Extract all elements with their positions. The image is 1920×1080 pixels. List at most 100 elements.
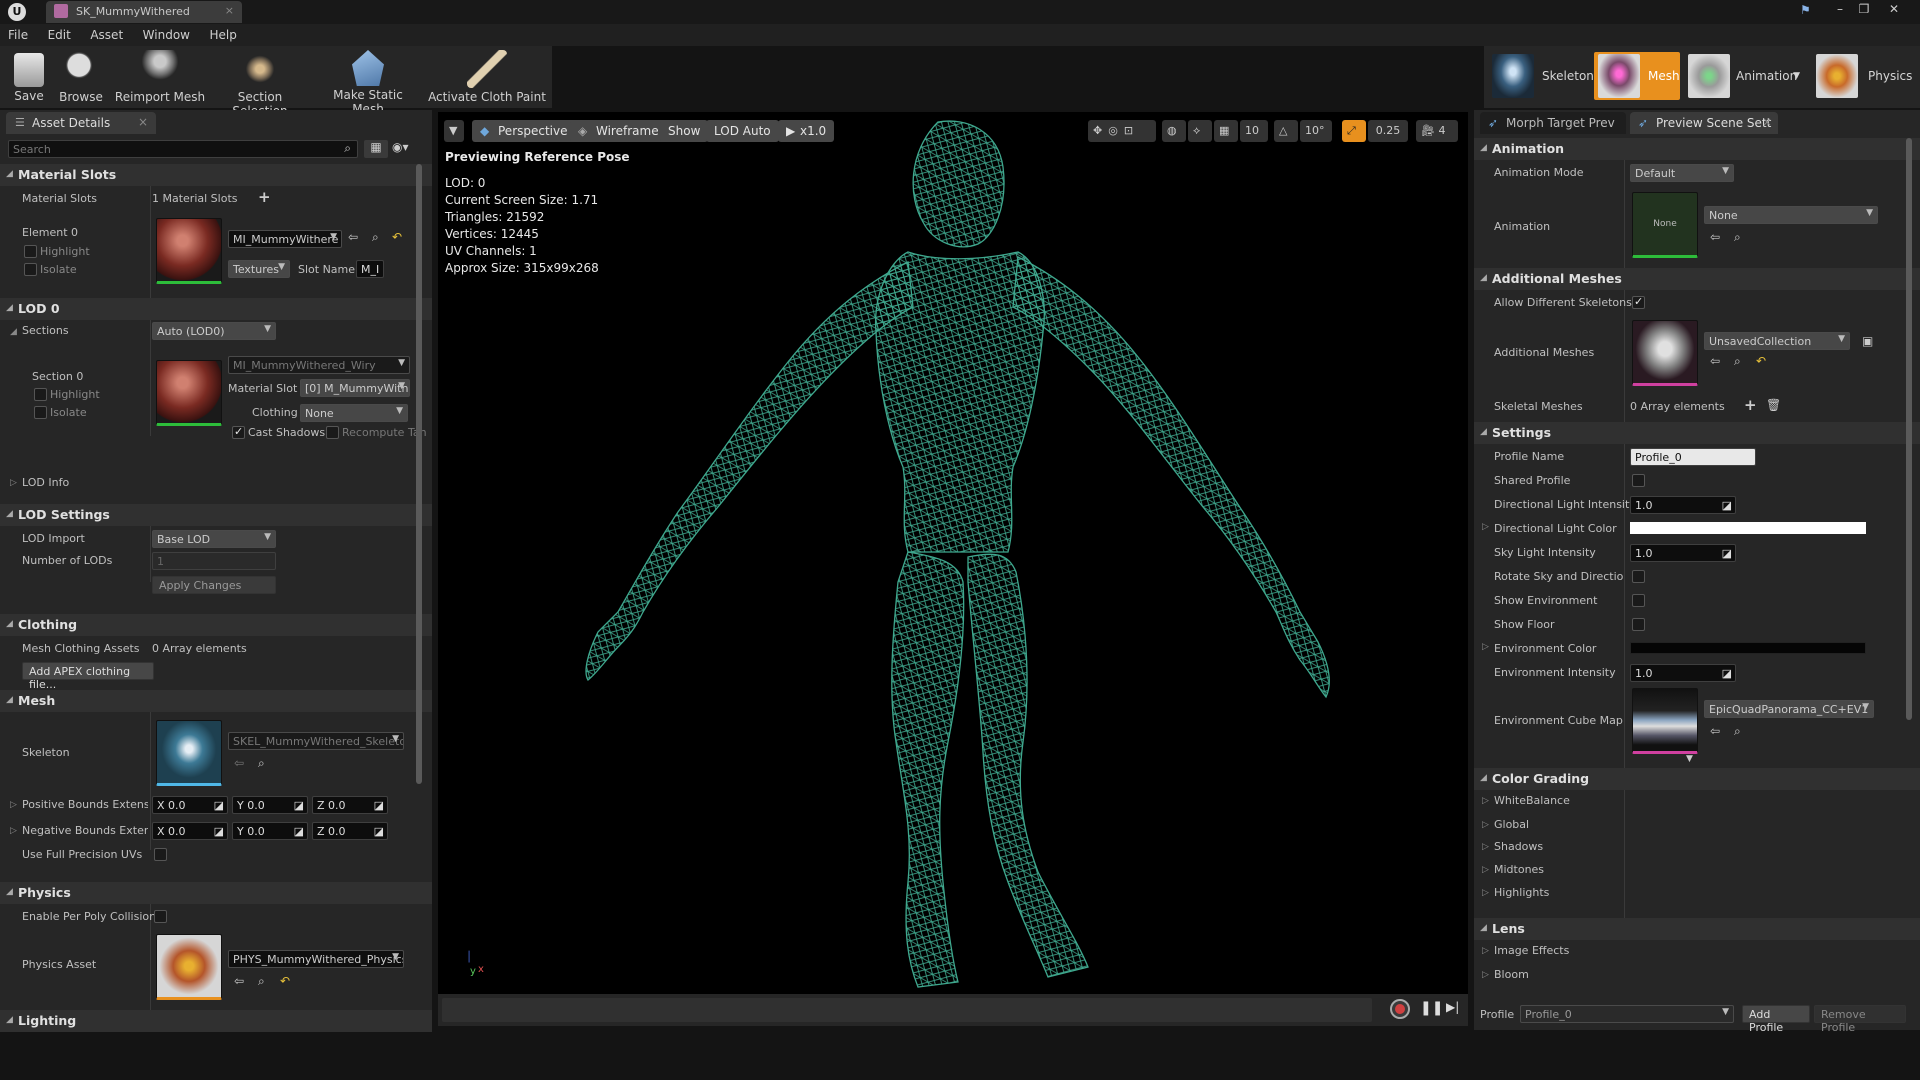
add-icon[interactable]: + — [258, 188, 271, 206]
save-button[interactable]: Save — [4, 48, 54, 106]
slot-name-field[interactable]: M_I — [356, 260, 384, 278]
menu-help[interactable]: Help — [201, 24, 244, 46]
section-material-combo[interactable]: MI_MummyWithered_Wiry ▼ — [228, 356, 410, 374]
record-icon[interactable] — [1390, 999, 1410, 1019]
allow-different-skeletons-checkbox[interactable] — [1632, 295, 1645, 309]
tab-morph-target-preview[interactable]: ➶ Morph Target Prev — [1480, 112, 1626, 134]
expand-triangle-icon[interactable]: ▷ — [1482, 522, 1489, 532]
category-mesh[interactable]: ◢ Mesh — [0, 690, 432, 712]
property-matrix-icon[interactable]: ▦ — [364, 140, 388, 158]
shared-profile-checkbox[interactable] — [1632, 474, 1645, 487]
animation-mode-combo[interactable]: Default ▼ — [1630, 164, 1734, 182]
close-window-icon[interactable]: ✕ — [1884, 2, 1904, 18]
add-icon[interactable]: + — [1744, 396, 1757, 414]
reimport-mesh-button[interactable]: Reimport Mesh — [112, 48, 208, 106]
details-scrollbar[interactable] — [416, 164, 422, 784]
environment-intensity-field[interactable]: 1.0 ◪ — [1630, 664, 1736, 682]
animation-combo[interactable]: None ▼ — [1704, 206, 1878, 224]
expand-triangle-icon[interactable]: ▷ — [1482, 970, 1489, 980]
viewport[interactable]: ▼ ◆ Perspective ◈ Wireframe Show LOD Auto … — [438, 112, 1468, 994]
directional-light-color-swatch[interactable] — [1630, 522, 1866, 534]
step-forward-icon[interactable]: ▶| — [1446, 1000, 1459, 1014]
browse-search-icon[interactable]: ⌕ — [1734, 724, 1741, 739]
category-color-grading[interactable]: ◢ Color Grading — [1474, 768, 1920, 790]
pos-bounds-x[interactable]: X 0.0 ◪ — [152, 796, 228, 814]
menu-edit[interactable]: Edit — [40, 24, 79, 46]
notification-icon[interactable]: ⚑ — [1800, 3, 1816, 17]
remove-profile-button[interactable]: Remove Profile — [1814, 1005, 1906, 1034]
use-selected-arrow-icon[interactable]: ⇦ — [1710, 354, 1720, 368]
category-lod0[interactable]: ◢ LOD 0 — [0, 298, 432, 320]
show-environment-checkbox[interactable] — [1632, 594, 1645, 607]
isolate-checkbox[interactable] — [24, 263, 37, 276]
pause-icon[interactable]: ❚❚ — [1420, 1000, 1443, 1016]
menu-file[interactable]: File — [0, 24, 36, 46]
sections-combo[interactable]: Auto (LOD0) ▼ — [152, 322, 276, 340]
category-clothing[interactable]: ◢ Clothing — [0, 614, 432, 636]
category-additional-meshes[interactable]: ◢ Additional Meshes — [1474, 268, 1920, 290]
browse-search-icon[interactable]: ⌕ — [258, 756, 265, 771]
highlight-checkbox[interactable] — [24, 245, 37, 258]
section-isolate-checkbox[interactable] — [34, 406, 47, 419]
chevron-down-icon[interactable]: ▼ — [1793, 52, 1800, 100]
browse-search-icon[interactable]: ⌕ — [1734, 354, 1741, 369]
category-lighting[interactable]: ◢ Lighting — [0, 1010, 432, 1032]
number-of-lods-field[interactable]: 1 — [152, 552, 276, 570]
material-combo[interactable]: MI_MummyWithere ▼ — [228, 230, 342, 248]
cube-map-thumbnail[interactable] — [1632, 688, 1698, 754]
make-static-mesh-button[interactable]: Make Static Mesh — [318, 48, 418, 116]
tab-asset-details[interactable]: ☰ Asset Details × — [6, 112, 156, 134]
apply-changes-button[interactable]: Apply Changes — [152, 576, 276, 594]
category-animation[interactable]: ◢ Animation — [1474, 138, 1920, 160]
physics-asset-thumbnail[interactable] — [156, 934, 222, 1000]
tab-preview-scene-settings[interactable]: ➶ Preview Scene Sett × — [1630, 112, 1778, 134]
close-tab-icon[interactable]: × — [138, 115, 148, 129]
section-material-thumbnail[interactable] — [156, 360, 222, 426]
environment-color-swatch[interactable] — [1630, 642, 1866, 654]
maximize-icon[interactable]: ❐ — [1854, 2, 1874, 18]
browse-search-icon[interactable]: ⌕ — [258, 974, 265, 989]
add-profile-button[interactable]: Add Profile — [1742, 1005, 1810, 1034]
browse-search-icon[interactable]: ⌕ — [1734, 230, 1741, 245]
pos-bounds-y[interactable]: Y 0.0 ◪ — [232, 796, 308, 814]
activate-cloth-paint-button[interactable]: Activate Cloth Paint — [428, 48, 546, 106]
reset-icon[interactable]: ↶ — [1756, 354, 1766, 368]
neg-bounds-z[interactable]: Z 0.0 ◪ — [312, 822, 388, 840]
use-selected-arrow-icon[interactable]: ⇦ — [1710, 230, 1720, 244]
category-lod-settings[interactable]: ◢ LOD Settings — [0, 504, 432, 526]
use-selected-arrow-icon[interactable]: ⇦ — [348, 230, 358, 244]
mode-animation[interactable]: Animation ▼ — [1684, 52, 1800, 100]
document-tab[interactable]: SK_MummyWithered × — [46, 1, 242, 23]
reset-icon[interactable]: ↶ — [392, 230, 402, 244]
skeleton-combo[interactable]: SKEL_MummyWithered_Skeleton ▼ — [228, 732, 404, 750]
save-collection-icon[interactable]: ▣ — [1862, 334, 1873, 348]
expand-more-icon[interactable]: ▼ — [1686, 754, 1693, 764]
close-tab-icon[interactable]: × — [1762, 115, 1772, 129]
view-options-icon[interactable]: ◉▾ — [392, 140, 422, 158]
expand-triangle-icon[interactable]: ▷ — [10, 826, 17, 836]
category-physics[interactable]: ◢ Physics — [0, 882, 432, 904]
use-selected-arrow-icon[interactable]: ⇦ — [234, 974, 244, 988]
expand-triangle-icon[interactable]: ▷ — [1482, 796, 1489, 806]
lod-import-combo[interactable]: Base LOD ▼ — [152, 530, 276, 548]
reset-icon[interactable]: ↶ — [280, 974, 290, 988]
delete-icon[interactable]: 🗑︎ — [1766, 398, 1781, 412]
expand-triangle-icon[interactable]: ▷ — [1482, 888, 1489, 898]
expand-triangle-icon[interactable]: ▷ — [1482, 865, 1489, 875]
expand-triangle-icon[interactable]: ▷ — [10, 800, 17, 810]
section-highlight-checkbox[interactable] — [34, 388, 47, 401]
animation-thumbnail[interactable]: None — [1632, 192, 1698, 258]
category-material-slots[interactable]: ◢ Material Slots — [0, 164, 432, 186]
material-thumbnail[interactable] — [156, 218, 222, 284]
use-selected-arrow-icon[interactable]: ⇦ — [234, 756, 244, 770]
expand-triangle-icon[interactable]: ▷ — [1482, 820, 1489, 830]
close-tab-icon[interactable]: × — [225, 4, 234, 17]
rotate-sky-checkbox[interactable] — [1632, 570, 1645, 583]
full-precision-uvs-checkbox[interactable] — [154, 848, 167, 861]
expand-triangle-icon[interactable]: ▷ — [1482, 842, 1489, 852]
category-lens[interactable]: ◢ Lens — [1474, 918, 1920, 940]
mode-physics[interactable]: Physics — [1812, 52, 1918, 100]
timeline-track[interactable] — [442, 998, 1372, 1022]
mode-mesh[interactable]: Mesh — [1594, 52, 1680, 100]
expand-triangle-icon[interactable]: ◢ — [10, 327, 17, 337]
